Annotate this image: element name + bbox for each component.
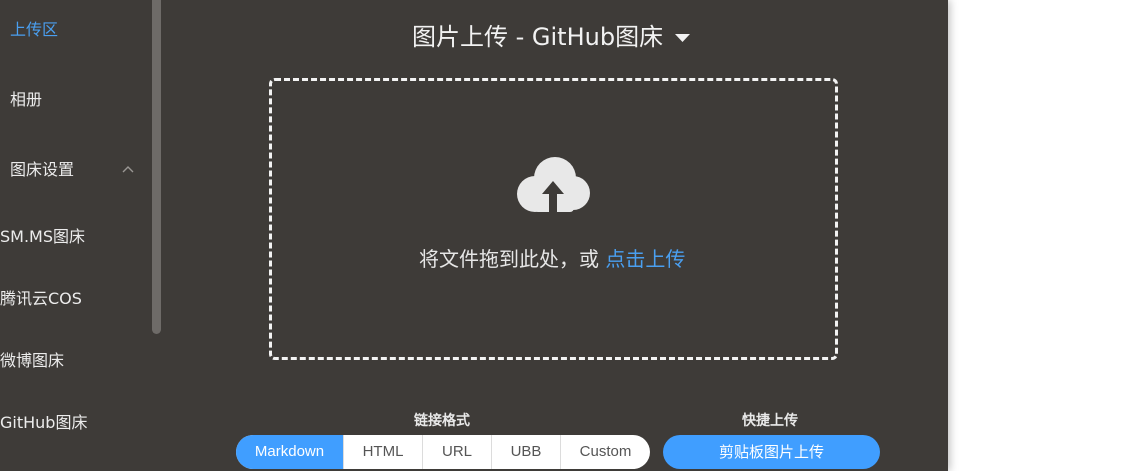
sidebar: 上传区 相册 图床设置 SM.MS图床 腾讯云COS 微博图床 GitHub图床	[0, 0, 162, 471]
sidebar-item-weibo[interactable]: 微博图床	[0, 351, 64, 371]
link-format-label: 链接格式	[414, 413, 470, 429]
caret-down-icon[interactable]	[675, 33, 690, 43]
format-option-ubb[interactable]: UBB	[492, 435, 561, 469]
link-format-selector: Markdown HTML URL UBB Custom	[236, 435, 650, 469]
upload-dropzone[interactable]	[269, 78, 838, 360]
sidebar-item-smms[interactable]: SM.MS图床	[0, 227, 85, 247]
quick-upload-label: 快捷上传	[742, 413, 798, 429]
dropzone-text: 将文件拖到此处，或 点击上传	[419, 246, 685, 272]
format-option-url[interactable]: URL	[423, 435, 492, 469]
page-title[interactable]: 图片上传 - GitHub图床	[412, 22, 663, 52]
sidebar-scrollbar[interactable]	[152, 0, 161, 334]
sidebar-item-tencent-cos[interactable]: 腾讯云COS	[0, 289, 82, 309]
drop-hint: 将文件拖到此处，或	[419, 247, 606, 271]
format-option-markdown[interactable]: Markdown	[236, 435, 344, 469]
app-window: 上传区 相册 图床设置 SM.MS图床 腾讯云COS 微博图床 GitHub图床…	[0, 0, 948, 471]
sidebar-item-album[interactable]: 相册	[10, 90, 42, 110]
format-option-custom[interactable]: Custom	[561, 435, 650, 469]
format-option-html[interactable]: HTML	[344, 435, 423, 469]
chevron-up-icon[interactable]	[121, 164, 135, 174]
sidebar-item-upload[interactable]: 上传区	[10, 20, 58, 40]
clipboard-upload-button[interactable]: 剪贴板图片上传	[663, 435, 880, 469]
click-upload-link[interactable]: 点击上传	[605, 247, 685, 271]
cloud-upload-icon	[517, 157, 590, 214]
sidebar-item-settings[interactable]: 图床设置	[10, 160, 74, 180]
sidebar-item-github[interactable]: GitHub图床	[0, 413, 87, 433]
